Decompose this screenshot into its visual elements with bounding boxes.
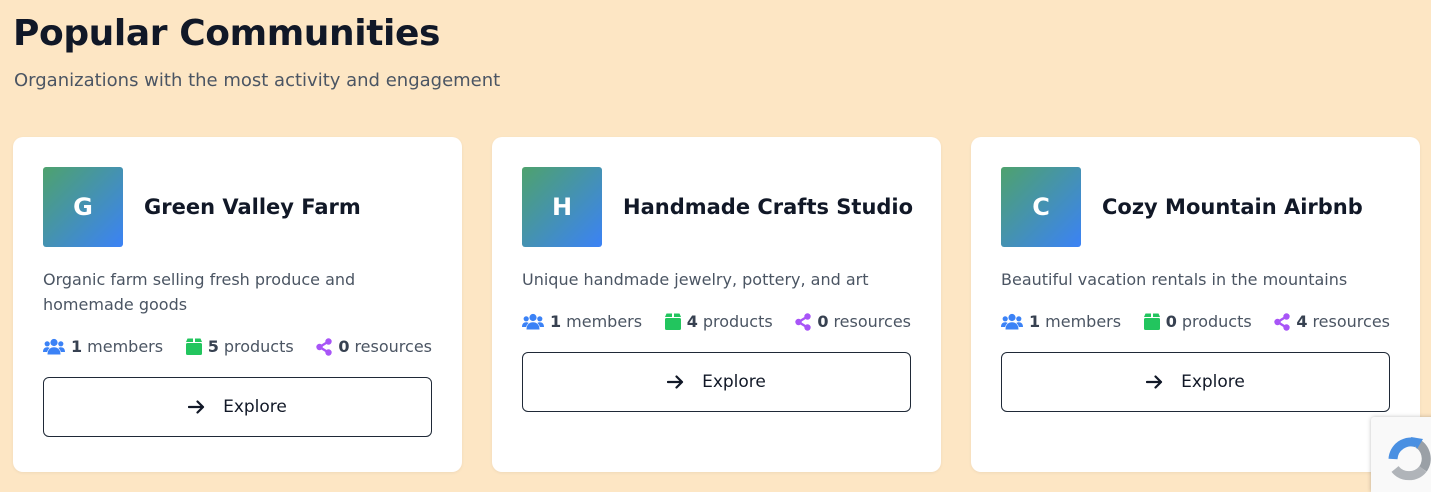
explore-button[interactable]: Explore	[43, 377, 432, 437]
resources-count: 0	[338, 337, 350, 356]
arrow-right-icon	[667, 375, 684, 389]
share-icon	[795, 312, 812, 331]
card-header: G Green Valley Farm	[43, 167, 432, 247]
products-label: products	[702, 312, 773, 331]
card-header: C Cozy Mountain Airbnb	[1001, 167, 1390, 247]
resources-count: 4	[1296, 312, 1308, 331]
share-icon	[316, 337, 333, 356]
community-avatar: H	[522, 167, 602, 247]
products-count: 5	[207, 337, 219, 356]
explore-label: Explore	[1181, 372, 1245, 392]
recaptcha-icon	[1388, 437, 1431, 481]
members-label: members	[1045, 312, 1122, 331]
resources-label: resources	[354, 337, 432, 356]
card-header: H Handmade Crafts Studio	[522, 167, 914, 247]
resources-count: 0	[817, 312, 829, 331]
community-stats: 1 members 5 products 0 resources	[43, 337, 432, 356]
community-avatar: C	[1001, 167, 1081, 247]
community-stats: 1 members 0 products 4 resources	[1001, 312, 1390, 331]
explore-button[interactable]: Explore	[1001, 352, 1390, 412]
arrow-right-icon	[188, 400, 205, 414]
explore-label: Explore	[223, 397, 287, 417]
resources-label: resources	[1312, 312, 1390, 331]
products-count: 4	[686, 312, 698, 331]
members-stat: 1 members	[43, 337, 163, 356]
members-label: members	[566, 312, 643, 331]
community-name: Cozy Mountain Airbnb	[1102, 195, 1363, 219]
box-icon	[185, 338, 202, 355]
products-stat: 0 products	[1143, 312, 1252, 331]
users-icon	[1001, 313, 1023, 330]
products-stat: 5 products	[185, 337, 294, 356]
users-icon	[43, 338, 65, 355]
community-avatar: G	[43, 167, 123, 247]
page-subtitle: Organizations with the most activity and…	[14, 70, 501, 91]
users-icon	[522, 313, 544, 330]
resources-label: resources	[833, 312, 911, 331]
resources-stat: 0 resources	[795, 312, 911, 331]
members-count: 1	[550, 312, 562, 331]
recaptcha-badge[interactable]	[1371, 417, 1431, 492]
community-description: Beautiful vacation rentals in the mounta…	[1001, 270, 1348, 289]
community-description: Unique handmade jewelry, pottery, and ar…	[522, 270, 869, 289]
share-icon	[1274, 312, 1291, 331]
explore-label: Explore	[702, 372, 766, 392]
community-list: G Green Valley Farm Organic farm selling…	[13, 137, 1420, 472]
community-description: Organic farm selling fresh produce and h…	[43, 270, 356, 314]
members-stat: 1 members	[1001, 312, 1121, 331]
arrow-right-icon	[1146, 375, 1163, 389]
community-card: H Handmade Crafts Studio Unique handmade…	[492, 137, 941, 472]
members-label: members	[87, 337, 164, 356]
community-stats: 1 members 4 products 0 resources	[522, 312, 911, 331]
box-icon	[664, 313, 681, 330]
resources-stat: 0 resources	[316, 337, 432, 356]
products-label: products	[1181, 312, 1252, 331]
products-label: products	[223, 337, 294, 356]
page-title: Popular Communities	[13, 13, 441, 54]
resources-stat: 4 resources	[1274, 312, 1390, 331]
community-name: Handmade Crafts Studio	[623, 195, 914, 219]
members-count: 1	[71, 337, 83, 356]
community-card: G Green Valley Farm Organic farm selling…	[13, 137, 462, 472]
box-icon	[1143, 313, 1160, 330]
community-card: C Cozy Mountain Airbnb Beautiful vacatio…	[971, 137, 1420, 472]
members-stat: 1 members	[522, 312, 642, 331]
members-count: 1	[1029, 312, 1041, 331]
explore-button[interactable]: Explore	[522, 352, 911, 412]
products-stat: 4 products	[664, 312, 773, 331]
products-count: 0	[1165, 312, 1177, 331]
community-name: Green Valley Farm	[144, 195, 361, 219]
